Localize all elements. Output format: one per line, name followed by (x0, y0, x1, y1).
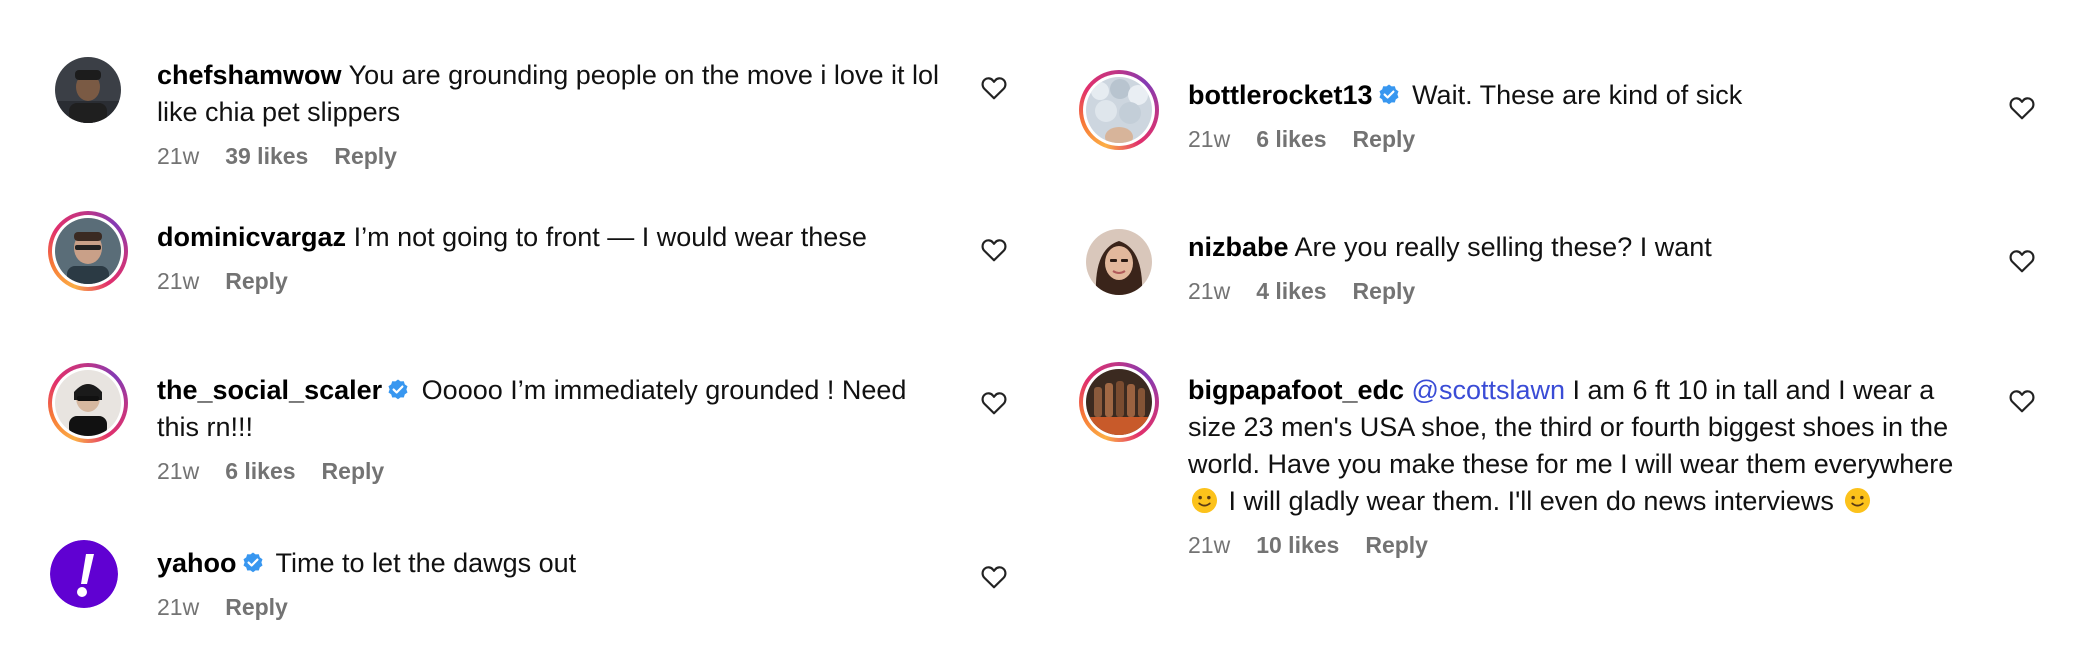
avatar[interactable] (50, 540, 118, 608)
verified-badge-icon (1379, 84, 1399, 105)
comment-text: yahoo Time to let the dawgs out (157, 545, 947, 582)
comment-body-continued: I will gladly wear them. I'll even do ne… (1228, 486, 1834, 516)
comment-time[interactable]: 21w (157, 143, 199, 170)
heart-outline-icon[interactable] (981, 238, 1007, 262)
comment-mention-link[interactable]: @scottslawn (1412, 375, 1565, 405)
reply-button[interactable]: Reply (1353, 126, 1416, 153)
comment-username[interactable]: nizbabe (1188, 232, 1289, 262)
comment-time[interactable]: 21w (1188, 532, 1230, 559)
verified-badge-icon (388, 379, 408, 400)
comment-text: nizbabe Are you really selling these? I … (1188, 229, 2018, 266)
heart-outline-icon[interactable] (981, 76, 1007, 100)
comment-time[interactable]: 21w (1188, 278, 1230, 305)
reply-button[interactable]: Reply (1353, 278, 1416, 305)
reply-button[interactable]: Reply (322, 458, 385, 485)
avatar-photo (55, 218, 121, 284)
comment-meta: 21w Reply (157, 594, 947, 621)
reply-button[interactable]: Reply (225, 594, 288, 621)
comment-text: the_social_scaler Ooooo I’m immediately … (157, 372, 947, 446)
comment-body: Time to let the dawgs out (275, 548, 577, 578)
avatar[interactable] (48, 363, 128, 443)
comment-likes[interactable]: 4 likes (1256, 278, 1326, 305)
avatar-photo (1086, 229, 1152, 295)
heart-outline-icon[interactable] (2009, 96, 2035, 120)
verified-badge-icon (243, 552, 263, 573)
avatar[interactable] (1083, 226, 1155, 298)
comment-meta: 21w 6 likes Reply (1188, 126, 2018, 153)
avatar-photo (1086, 369, 1152, 435)
yahoo-logo-icon (50, 540, 118, 608)
heart-outline-icon[interactable] (2009, 249, 2035, 273)
comment-likes[interactable]: 10 likes (1256, 532, 1339, 559)
comment-body: Are you really selling these? I want (1294, 232, 1712, 262)
comment-username[interactable]: yahoo (157, 548, 237, 578)
comment-username[interactable]: the_social_scaler (157, 375, 382, 405)
comment-meta: 21w 10 likes Reply (1188, 532, 1988, 559)
avatar[interactable] (48, 50, 128, 130)
comment-meta: 21w 6 likes Reply (157, 458, 947, 485)
comment-time[interactable]: 21w (157, 268, 199, 295)
comment-text: chefshamwow You are grounding people on … (157, 57, 947, 131)
heart-outline-icon[interactable] (981, 565, 1007, 589)
heart-outline-icon[interactable] (981, 391, 1007, 415)
comment-text: dominicvargaz I’m not going to front — I… (157, 219, 947, 256)
reply-button[interactable]: Reply (225, 268, 288, 295)
reply-button[interactable]: Reply (1365, 532, 1428, 559)
reply-button[interactable]: Reply (334, 143, 397, 170)
comment-time[interactable]: 21w (157, 594, 199, 621)
comment-username[interactable]: dominicvargaz (157, 222, 346, 252)
comment-meta: 21w Reply (157, 268, 947, 295)
comment-likes[interactable]: 39 likes (225, 143, 308, 170)
slightly-smiling-face-emoji (1845, 487, 1871, 514)
comment-time[interactable]: 21w (1188, 126, 1230, 153)
comment-text: bigpapafoot_edc @scottslawn I am 6 ft 10… (1188, 372, 1988, 520)
comment-meta: 21w 39 likes Reply (157, 143, 947, 170)
comment-body: I’m not going to front — I would wear th… (353, 222, 867, 252)
avatar-photo (55, 370, 121, 436)
comment-time[interactable]: 21w (157, 458, 199, 485)
avatar[interactable] (48, 211, 128, 291)
avatar[interactable] (1079, 70, 1159, 150)
comment-username[interactable]: bigpapafoot_edc (1188, 375, 1404, 405)
heart-outline-icon[interactable] (2009, 389, 2035, 413)
avatar-photo (1086, 77, 1152, 143)
avatar-photo (55, 57, 121, 123)
comment-meta: 21w 4 likes Reply (1188, 278, 2018, 305)
comment-likes[interactable]: 6 likes (225, 458, 295, 485)
comment-text: bottlerocket13 Wait. These are kind of s… (1188, 77, 2018, 114)
comment-body: Wait. These are kind of sick (1412, 80, 1743, 110)
comment-username[interactable]: chefshamwow (157, 60, 342, 90)
comment-username[interactable]: bottlerocket13 (1188, 80, 1373, 110)
comment-likes[interactable]: 6 likes (1256, 126, 1326, 153)
avatar[interactable] (1079, 362, 1159, 442)
slightly-smiling-face-emoji (1191, 487, 1218, 514)
